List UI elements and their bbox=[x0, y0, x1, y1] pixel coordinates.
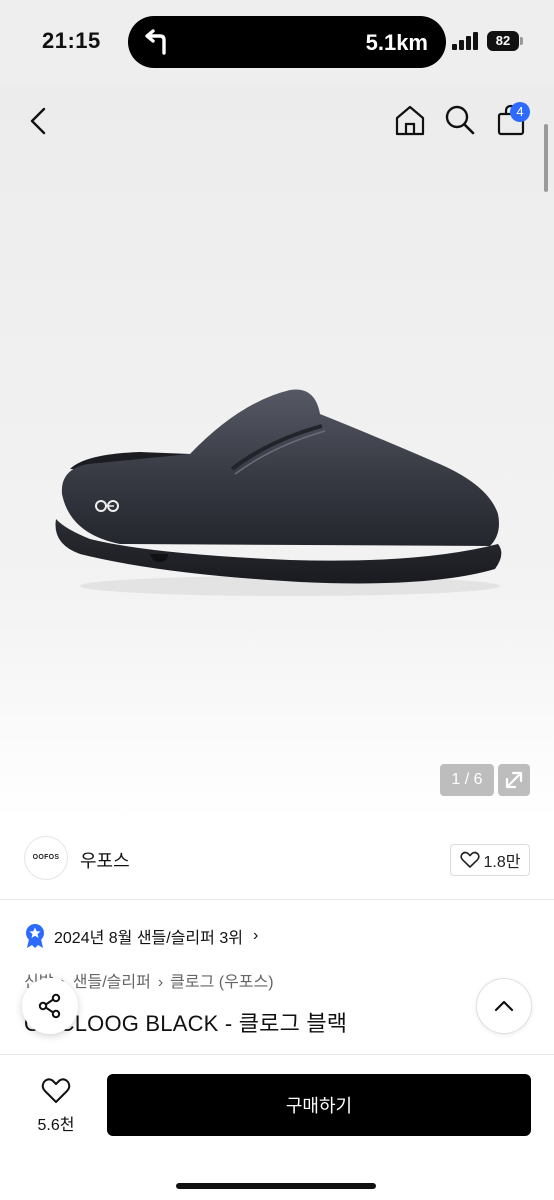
brand-row: OOFOS 우포스 1.8만 bbox=[0, 820, 554, 900]
breadcrumb-separator: › bbox=[157, 974, 164, 991]
scroll-to-top-button[interactable] bbox=[476, 978, 532, 1034]
status-bar: 21:15 5.1km 82 bbox=[0, 0, 554, 84]
battery-cap bbox=[520, 37, 523, 45]
brand-name[interactable]: 우포스 bbox=[80, 847, 130, 873]
heart-outline-icon bbox=[41, 1078, 71, 1103]
home-indicator bbox=[176, 1183, 376, 1189]
star-badge-icon bbox=[26, 924, 44, 948]
expand-arrows-icon[interactable] bbox=[498, 764, 530, 796]
scrollbar[interactable] bbox=[544, 124, 548, 192]
breadcrumb-item[interactable]: 클로그 (우포스) bbox=[170, 974, 273, 991]
ranking-text: 2024년 8월 샌들/슬리퍼 3위 bbox=[54, 930, 243, 947]
cart-count-badge: 4 bbox=[510, 102, 530, 122]
chevron-up-icon bbox=[494, 1000, 514, 1012]
turn-left-arrow-icon bbox=[145, 29, 166, 55]
wishlist-button[interactable]: 5.6천 bbox=[24, 1077, 88, 1139]
home-icon[interactable] bbox=[393, 103, 427, 137]
product-gallery[interactable]: 4 1 / 6 bbox=[0, 84, 554, 820]
battery-icon: 82 bbox=[487, 31, 523, 51]
dynamic-island-navigation[interactable]: 5.1km bbox=[128, 16, 446, 68]
brand-like-button[interactable]: 1.8만 bbox=[450, 844, 530, 876]
image-counter: 1 / 6 bbox=[440, 764, 494, 796]
share-icon bbox=[38, 993, 61, 1019]
brand-logo[interactable]: OOFOS bbox=[24, 836, 68, 880]
buy-button[interactable]: 구매하기 bbox=[107, 1074, 531, 1136]
bottom-action-bar: 5.6천 구매하기 bbox=[0, 1054, 554, 1200]
status-time: 21:15 bbox=[42, 28, 101, 53]
search-icon[interactable] bbox=[443, 103, 477, 137]
heart-outline-icon bbox=[459, 851, 480, 868]
ranking-link[interactable]: 2024년 8월 샌들/슬리퍼 3위 › bbox=[24, 922, 258, 950]
brand-like-count: 1.8만 bbox=[483, 854, 521, 871]
battery-level: 82 bbox=[487, 31, 519, 51]
navigation-distance: 5.1km bbox=[365, 30, 428, 55]
ranking-chevron: › bbox=[252, 927, 259, 944]
share-button[interactable] bbox=[22, 978, 78, 1034]
breadcrumb-item[interactable]: 샌들/슬리퍼 bbox=[73, 974, 151, 991]
back-chevron-icon[interactable] bbox=[22, 104, 56, 138]
signal-bars-icon bbox=[452, 32, 478, 50]
product-image-clog bbox=[55, 389, 502, 596]
wishlist-count: 5.6천 bbox=[37, 1117, 75, 1134]
